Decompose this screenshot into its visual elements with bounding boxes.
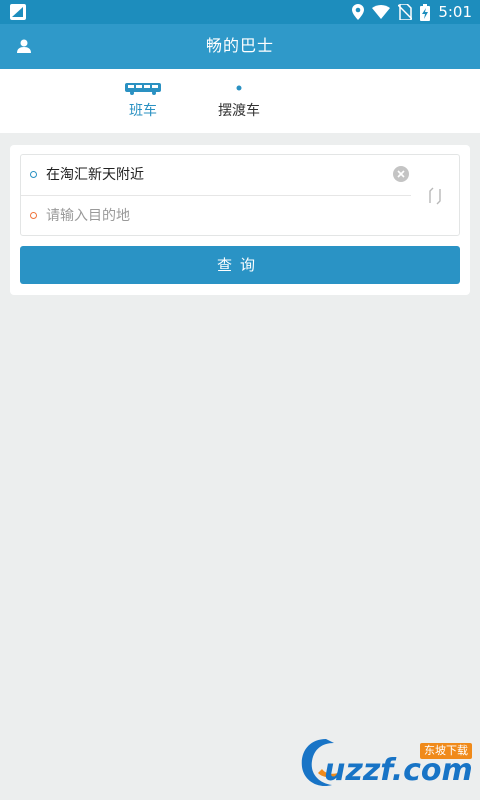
origin-value: 在淘汇新天附近 — [46, 167, 144, 183]
dot-icon — [236, 85, 242, 91]
clock: 5:01 — [438, 3, 472, 21]
status-icons: 5:01 — [352, 3, 472, 21]
tab-bar: 班车 摆渡车 — [0, 69, 480, 133]
origin-dot-icon — [30, 171, 37, 178]
destination-field[interactable]: 请输入目的地 — [21, 196, 411, 236]
destination-dot-icon — [30, 212, 37, 219]
no-sim-icon — [398, 4, 413, 20]
query-button[interactable]: 查询 — [20, 246, 460, 284]
origin-field[interactable]: 在淘汇新天附近 — [21, 155, 411, 196]
tab-ferry-bus[interactable]: 摆渡车 — [179, 69, 299, 133]
watermark-badge: 东坡下载 — [420, 743, 472, 759]
swap-icon[interactable] — [427, 185, 443, 207]
app-bar: 畅的巴士 — [0, 24, 480, 69]
watermark-text: uzzf.com — [324, 753, 473, 788]
route-search-card: 在淘汇新天附近 请输入目的地 查询 — [10, 145, 470, 295]
location-icon — [352, 4, 365, 20]
page-title: 畅的巴士 — [205, 36, 274, 55]
route-inputs: 在淘汇新天附近 请输入目的地 — [20, 154, 460, 236]
tab-label: 摆渡车 — [218, 103, 260, 119]
battery-charging-icon — [420, 3, 431, 21]
destination-placeholder: 请输入目的地 — [46, 208, 130, 224]
wifi-icon — [372, 5, 391, 19]
app-notification-icon — [10, 4, 26, 20]
watermark-logo: uzzf.com 东坡下载 — [296, 733, 476, 793]
clear-icon[interactable] — [393, 166, 409, 182]
status-bar: 5:01 — [0, 0, 480, 24]
